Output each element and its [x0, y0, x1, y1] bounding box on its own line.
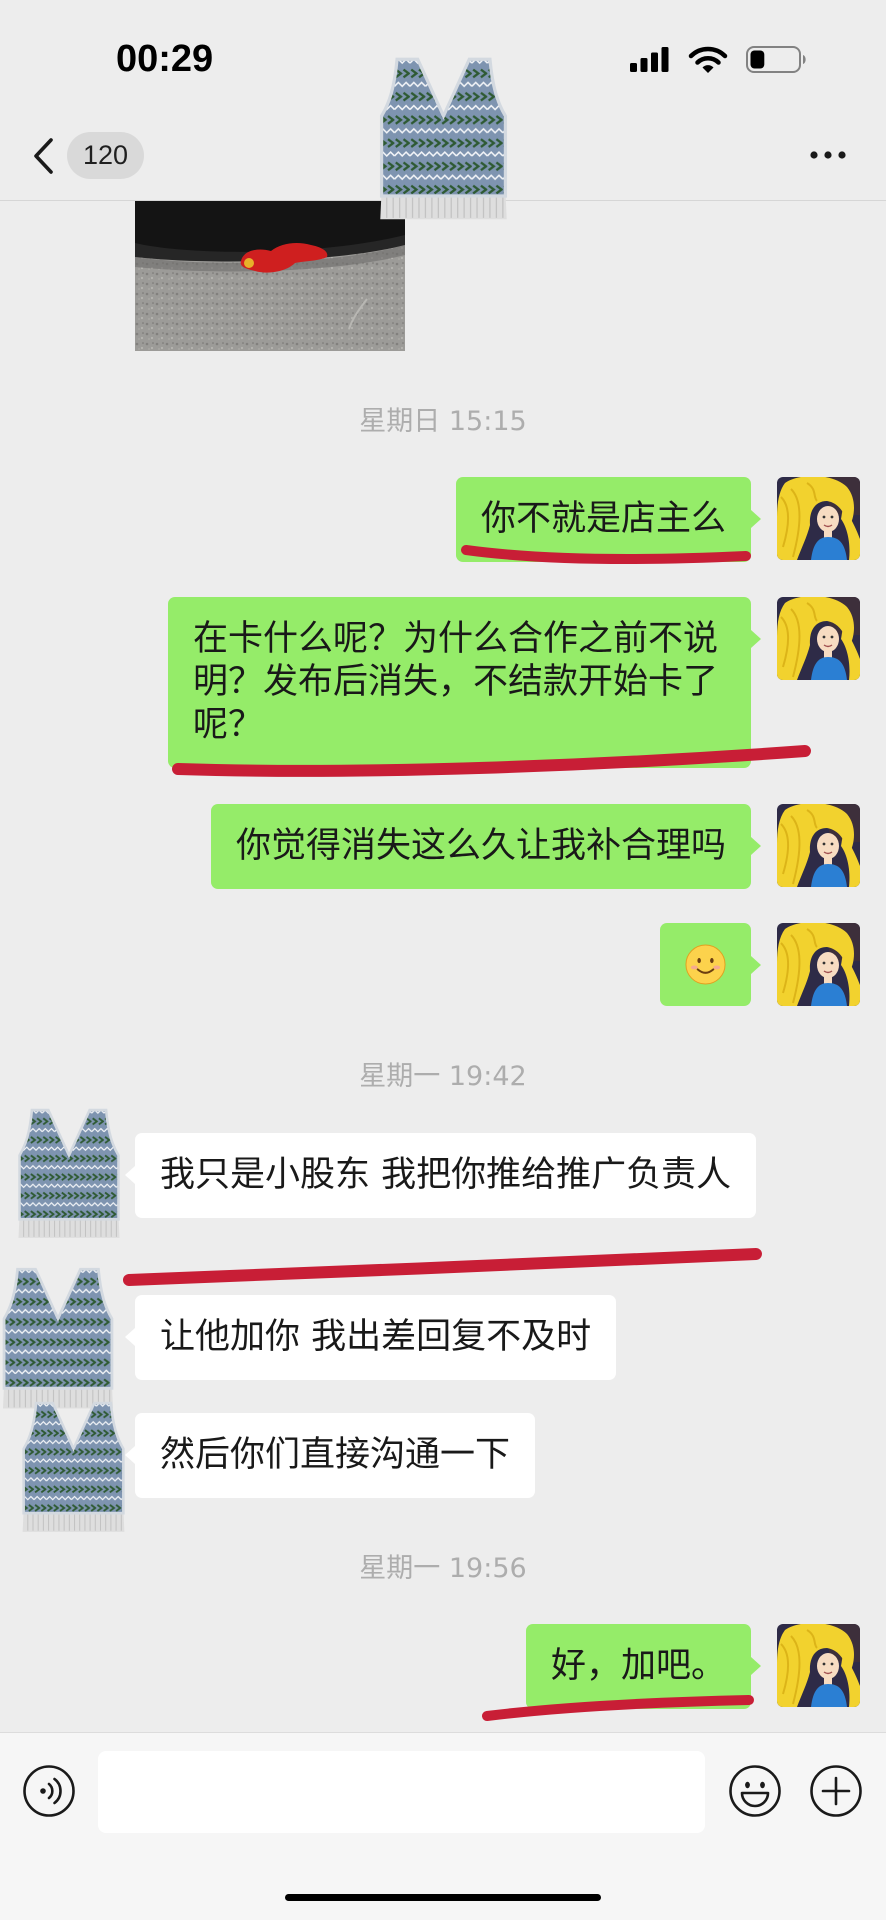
message-text: 你觉得消失这么久让我补合理吗	[235, 826, 726, 866]
voice-icon[interactable]	[22, 1764, 76, 1818]
message-text: 你不就是店主么	[480, 499, 726, 539]
status-time: 00:29	[116, 38, 214, 80]
message-timestamp: 星期一 19:56	[359, 1553, 527, 1584]
smiling-face-icon	[684, 943, 727, 986]
avatar-self[interactable]	[777, 477, 860, 560]
message-text: 好，加吧。	[550, 1646, 726, 1686]
more-icon[interactable]	[808, 148, 848, 162]
signal-icon	[630, 47, 669, 72]
message-text: 然后你们直接沟通一下	[160, 1435, 511, 1475]
avatar-contact[interactable]	[21, 1401, 126, 1536]
message-bubble-received[interactable]: 我只是小股东 我把你推给推广负责人	[124, 1133, 757, 1218]
vest-sticker	[379, 55, 508, 226]
avatar-self[interactable]	[777, 597, 860, 680]
message-input[interactable]	[98, 1751, 705, 1833]
avatar-contact[interactable]	[0, 1267, 116, 1413]
emoji-message-bubble[interactable]	[660, 923, 761, 1006]
message-text: 让他加你 我出差回复不及时	[160, 1317, 592, 1357]
message-bubble-sent[interactable]: 在卡什么呢？为什么合作之前不说明？发布后消失，不结款开始卡了呢？	[168, 597, 761, 768]
plus-icon[interactable]	[809, 1764, 863, 1818]
message-bubble-received[interactable]: 然后你们直接沟通一下	[124, 1413, 536, 1498]
message-timestamp: 星期一 19:42	[359, 1061, 527, 1092]
unread-count-badge[interactable]: 120	[67, 132, 144, 179]
image-message[interactable]	[135, 201, 405, 351]
home-indicator[interactable]	[285, 1894, 601, 1901]
red-underline-mark	[123, 1248, 762, 1286]
message-bubble-sent[interactable]: 你不就是店主么	[455, 477, 762, 562]
avatar-self[interactable]	[777, 923, 860, 1006]
avatar-self[interactable]	[777, 804, 860, 887]
battery-icon	[746, 46, 806, 73]
input-bar	[0, 1732, 886, 1920]
message-text: 在卡什么呢？为什么合作之前不说明？发布后消失，不结款开始卡了呢？	[193, 619, 719, 745]
message-bubble-received[interactable]: 让他加你 我出差回复不及时	[124, 1295, 617, 1380]
avatar-contact[interactable]	[16, 1108, 122, 1242]
avatar-self[interactable]	[777, 1624, 860, 1707]
message-bubble-sent[interactable]: 你觉得消失这么久让我补合理吗	[210, 804, 762, 889]
message-timestamp: 星期日 15:15	[359, 406, 527, 437]
message-bubble-sent[interactable]: 好，加吧。	[525, 1624, 762, 1709]
wifi-icon	[688, 46, 728, 73]
emoji-icon[interactable]	[728, 1764, 782, 1818]
chevron-left-icon[interactable]	[30, 136, 58, 176]
message-text: 我只是小股东 我把你推给推广负责人	[160, 1155, 732, 1195]
